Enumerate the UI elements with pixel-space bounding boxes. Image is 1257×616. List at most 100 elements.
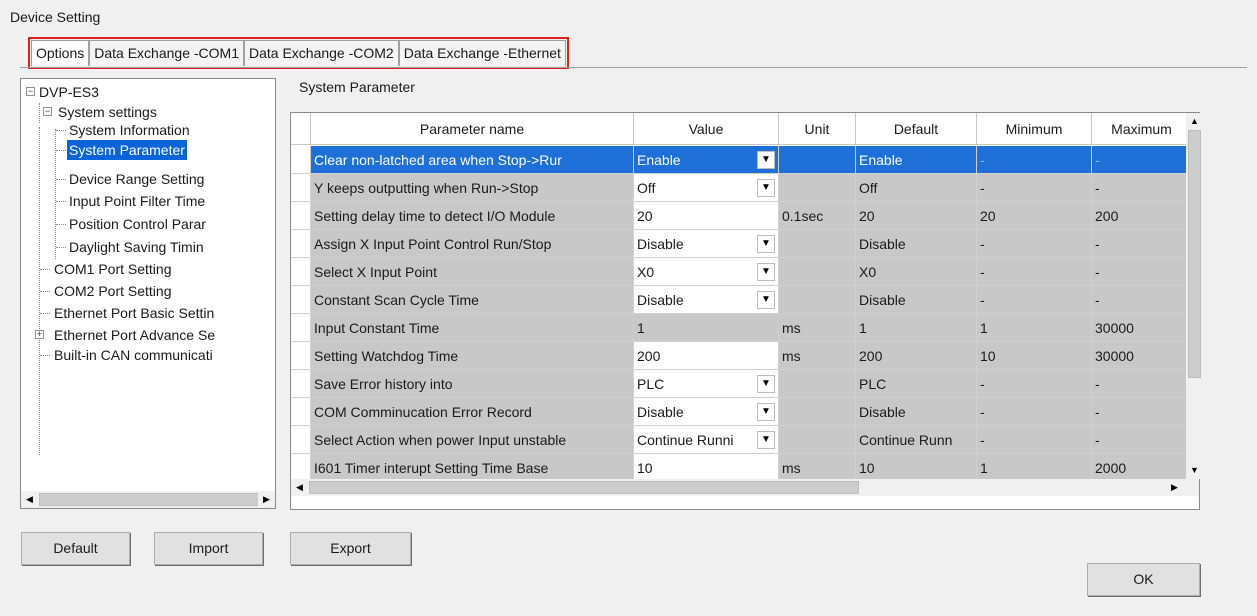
scroll-up-icon[interactable]: ▲ xyxy=(1186,113,1203,130)
cell-default: Off xyxy=(856,174,977,202)
column-header-default[interactable]: Default xyxy=(856,113,977,145)
tab-data-exchange-ethernet[interactable]: Data Exchange -Ethernet xyxy=(398,40,566,66)
export-button[interactable]: Export xyxy=(290,532,411,565)
row-header[interactable] xyxy=(291,370,311,398)
default-button[interactable]: Default xyxy=(21,532,130,565)
tree-line xyxy=(55,129,56,259)
row-header[interactable] xyxy=(291,258,311,286)
device-tree[interactable]: − DVP-ES3 − System settings System Infor… xyxy=(20,78,276,509)
cell-minimum: - xyxy=(977,146,1092,174)
column-header-value[interactable]: Value xyxy=(634,113,779,145)
column-header-minimum[interactable]: Minimum xyxy=(977,113,1092,145)
row-header[interactable] xyxy=(291,230,311,258)
import-button[interactable]: Import xyxy=(154,532,263,565)
tree-item-input-point-filter-time[interactable]: Input Point Filter Time xyxy=(69,191,205,211)
tree-line xyxy=(56,130,66,131)
column-header-maximum[interactable]: Maximum xyxy=(1092,113,1192,145)
scroll-down-icon[interactable]: ▼ xyxy=(1186,462,1203,479)
table-row[interactable]: Y keeps outputting when Run->Stop Off Off -… xyxy=(291,174,1192,202)
row-header[interactable] xyxy=(291,202,311,230)
table-row[interactable]: Save Error history into PLC PLC - - ▼ xyxy=(291,370,1192,398)
cell-minimum: 1 xyxy=(977,454,1092,482)
cell-minimum: 1 xyxy=(977,314,1092,342)
tree-item-position-control[interactable]: Position Control Parar xyxy=(69,214,206,234)
dropdown-arrow-icon[interactable]: ▼ xyxy=(757,263,775,281)
row-header[interactable] xyxy=(291,314,311,342)
dropdown-arrow-icon[interactable]: ▼ xyxy=(757,151,775,169)
dropdown-arrow-icon[interactable]: ▼ xyxy=(757,291,775,309)
cell-unit xyxy=(779,426,856,454)
dropdown-arrow-icon[interactable]: ▼ xyxy=(757,375,775,393)
cell-default: PLC xyxy=(856,370,977,398)
tree-item-system-parameter[interactable]: System Parameter xyxy=(67,140,187,160)
scroll-thumb[interactable] xyxy=(39,493,259,506)
cell-maximum: 2000 xyxy=(1092,454,1192,482)
cell-unit: ms xyxy=(779,454,856,482)
row-header[interactable] xyxy=(291,174,311,202)
row-header[interactable] xyxy=(291,454,311,482)
expand-icon[interactable]: + xyxy=(35,330,44,339)
tree-item-com1-port[interactable]: COM1 Port Setting xyxy=(54,259,172,279)
scroll-thumb[interactable] xyxy=(1188,130,1201,378)
table-row[interactable]: COM Comminucation Error Record Disable Dis… xyxy=(291,398,1192,426)
cell-unit xyxy=(779,286,856,314)
cell-unit: 0.1sec xyxy=(779,202,856,230)
tree-item-com2-port[interactable]: COM2 Port Setting xyxy=(54,281,172,301)
table-row[interactable]: Clear non-latched area when Stop->Rur Ena… xyxy=(291,146,1192,174)
table-row[interactable]: Select Action when power Input unstable C… xyxy=(291,426,1192,454)
tab-data-exchange-com1[interactable]: Data Exchange -COM1 xyxy=(89,40,244,66)
grid-vertical-scrollbar[interactable]: ▲ ▼ xyxy=(1186,113,1203,479)
tree-item-builtin-can[interactable]: Built-in CAN communicati xyxy=(54,345,213,365)
scroll-left-icon[interactable]: ◀ xyxy=(21,491,38,508)
table-row[interactable]: Select X Input Point X0 X0- - ▼ xyxy=(291,258,1192,286)
table-row[interactable]: Assign X Input Point Control Run/Stop Dis… xyxy=(291,230,1192,258)
row-header[interactable] xyxy=(291,146,311,174)
cell-value[interactable]: 20 xyxy=(634,202,779,230)
cell-minimum: - xyxy=(977,286,1092,314)
tab-data-exchange-com2[interactable]: Data Exchange -COM2 xyxy=(243,40,399,66)
ok-button[interactable]: OK xyxy=(1087,563,1200,596)
tab-options[interactable]: Options xyxy=(31,40,90,66)
parameter-grid[interactable]: Parameter name Value Unit Default Minimum Max… xyxy=(290,112,1200,510)
cell-maximum: - xyxy=(1092,146,1192,174)
row-header[interactable] xyxy=(291,398,311,426)
table-row[interactable]: Setting delay time to detect I/O Module 2… xyxy=(291,202,1192,230)
column-header-name[interactable]: Parameter name xyxy=(311,113,634,145)
grid-horizontal-scrollbar[interactable]: ◀ ▶ xyxy=(291,479,1199,496)
scroll-right-icon[interactable]: ▶ xyxy=(1166,479,1183,496)
table-row[interactable]: Input Constant Time 1 ms 1 1 30000 xyxy=(291,314,1192,342)
cell-value[interactable]: 1 xyxy=(634,314,779,342)
table-row[interactable]: Constant Scan Cycle Time Disable Disable - -… xyxy=(291,286,1192,314)
column-header-unit[interactable]: Unit xyxy=(779,113,856,145)
row-header[interactable] xyxy=(291,286,311,314)
dropdown-arrow-icon[interactable]: ▼ xyxy=(757,179,775,197)
scroll-thumb[interactable] xyxy=(309,481,859,494)
cell-name: Select Action when power Input unstable xyxy=(311,426,634,454)
tree-item-device-range-setting[interactable]: Device Range Setting xyxy=(69,169,204,189)
tree-item-system-settings[interactable]: System settings xyxy=(58,102,157,122)
tree-horizontal-scrollbar[interactable]: ◀ ▶ xyxy=(21,491,275,508)
dropdown-arrow-icon[interactable]: ▼ xyxy=(757,235,775,253)
cell-unit xyxy=(779,370,856,398)
cell-value[interactable]: 10 xyxy=(634,454,779,482)
tree-item-ethernet-basic[interactable]: Ethernet Port Basic Settin xyxy=(54,303,214,323)
collapse-icon[interactable]: − xyxy=(43,107,52,116)
cell-name: COM Comminucation Error Record xyxy=(311,398,634,426)
cell-minimum: 20 xyxy=(977,202,1092,230)
dropdown-arrow-icon[interactable]: ▼ xyxy=(757,403,775,421)
collapse-icon[interactable]: − xyxy=(26,87,35,96)
tree-root[interactable]: DVP-ES3 xyxy=(39,82,99,102)
row-header[interactable] xyxy=(291,426,311,454)
tree-item-system-information[interactable]: System Information xyxy=(69,120,190,140)
table-row[interactable]: Setting Watchdog Time 200 ms 200 10 30000 xyxy=(291,342,1192,370)
cell-name: Input Constant Time xyxy=(311,314,634,342)
cell-value[interactable]: 200 xyxy=(634,342,779,370)
row-header[interactable] xyxy=(291,342,311,370)
dropdown-arrow-icon[interactable]: ▼ xyxy=(757,431,775,449)
table-row[interactable]: I601 Timer interupt Setting Time Base 10 m… xyxy=(291,454,1192,482)
scroll-right-icon[interactable]: ▶ xyxy=(258,491,275,508)
cell-maximum: 200 xyxy=(1092,202,1192,230)
scroll-left-icon[interactable]: ◀ xyxy=(291,479,308,496)
tree-item-daylight-saving[interactable]: Daylight Saving Timin xyxy=(69,237,204,257)
tree-item-ethernet-advance[interactable]: Ethernet Port Advance Se xyxy=(54,325,215,345)
